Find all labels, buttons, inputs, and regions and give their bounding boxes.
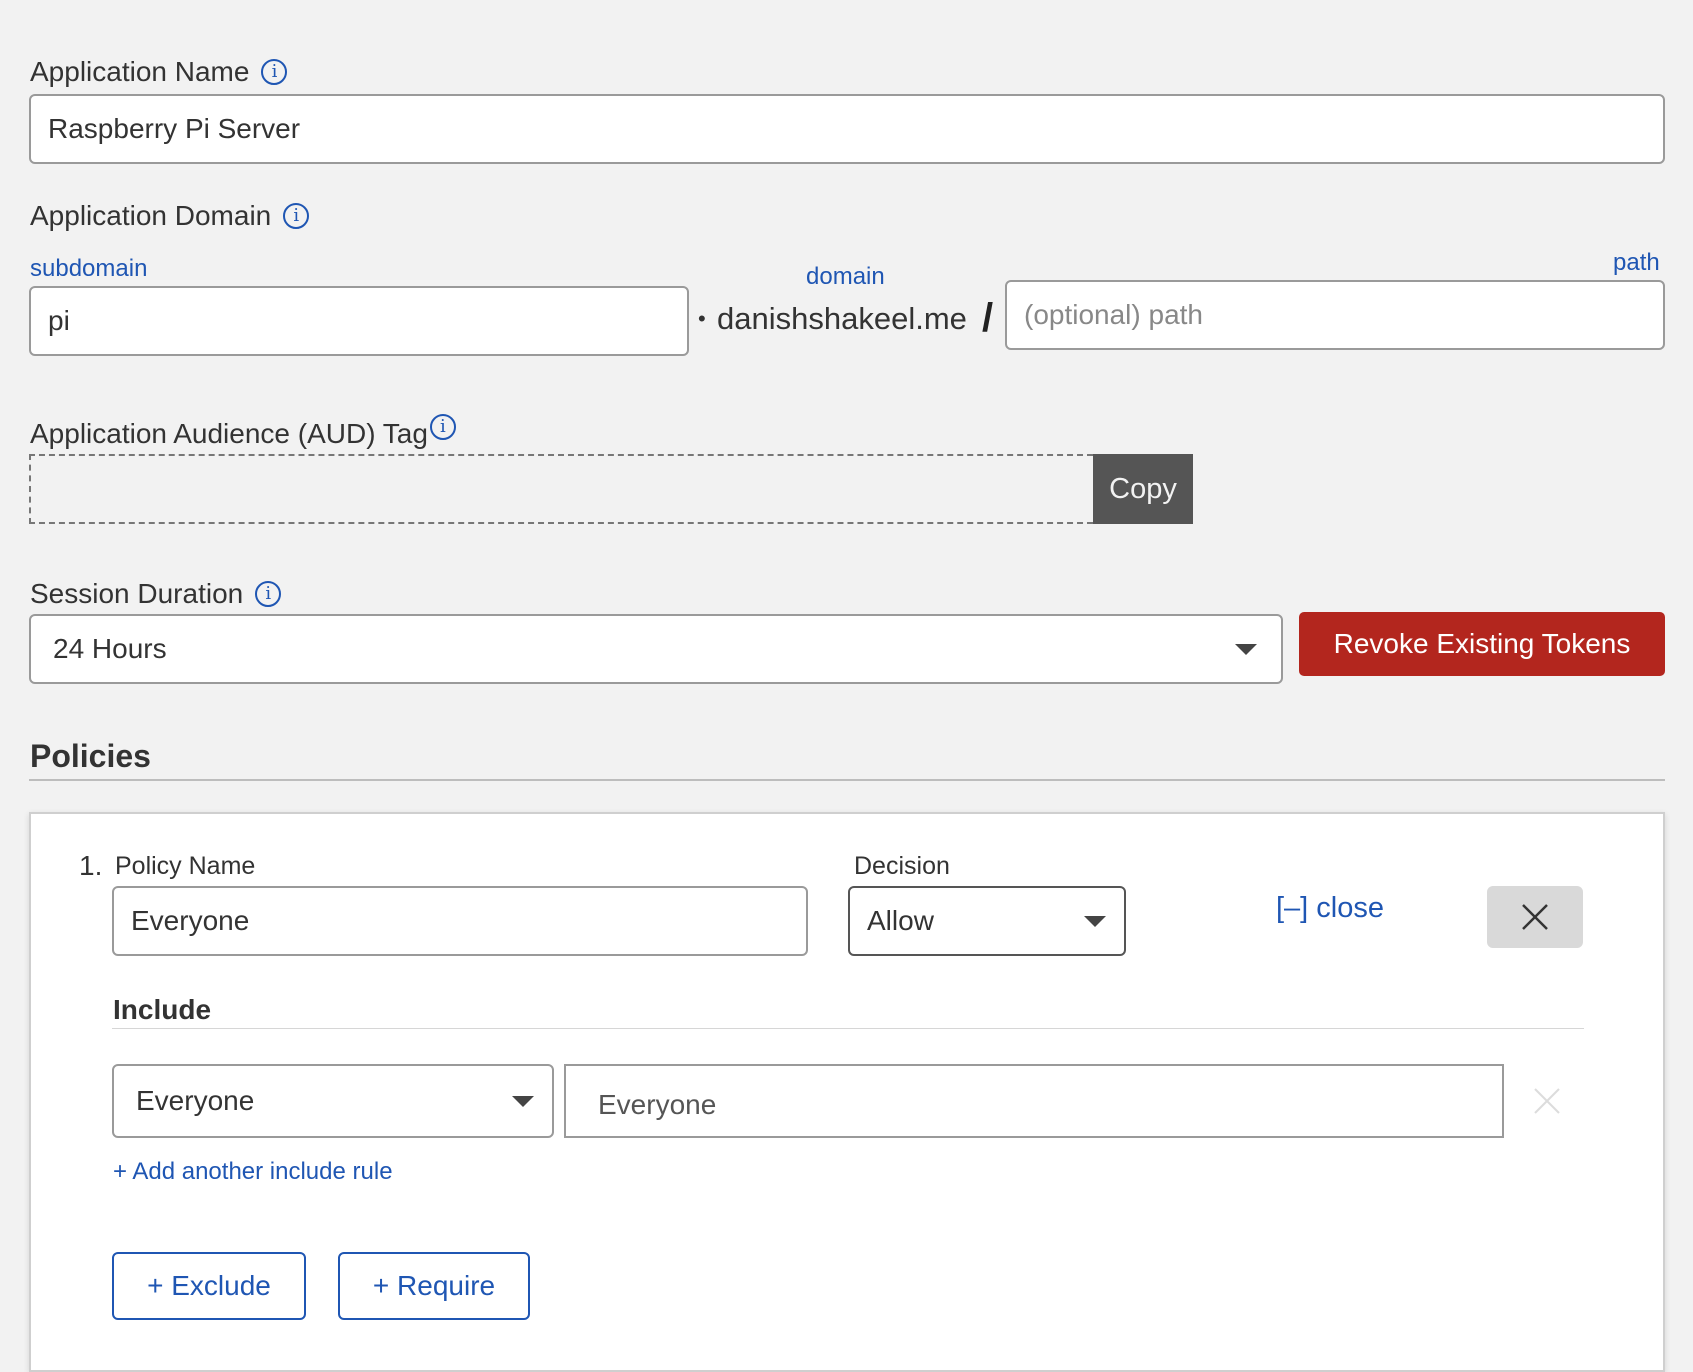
- path-separator-slash: /: [982, 296, 994, 340]
- chevron-down-icon: [1235, 643, 1257, 655]
- domain-label: domain: [806, 263, 885, 290]
- policy-name-label: Policy Name: [115, 852, 256, 880]
- close-policy-link[interactable]: [–] close: [1276, 892, 1384, 925]
- add-require-button[interactable]: + Require: [338, 1252, 530, 1320]
- include-value: Everyone: [598, 1089, 717, 1120]
- subdomain-label: subdomain: [30, 255, 148, 282]
- session-duration-label: Session Duration i: [30, 578, 282, 610]
- info-icon[interactable]: i: [261, 59, 288, 85]
- revoke-tokens-button[interactable]: Revoke Existing Tokens: [1299, 612, 1665, 676]
- chevron-down-icon: [1084, 915, 1106, 927]
- path-input[interactable]: (optional) path: [1005, 280, 1665, 350]
- decision-select[interactable]: Allow: [848, 886, 1126, 956]
- subdomain-input[interactable]: pi: [29, 286, 689, 356]
- add-exclude-button[interactable]: + Exclude: [112, 1252, 306, 1320]
- add-include-rule-link[interactable]: + Add another include rule: [113, 1158, 393, 1186]
- include-selector-value: Everyone: [136, 1085, 255, 1116]
- policy-name-input[interactable]: Everyone: [112, 886, 808, 956]
- application-name-label: Application Name i: [30, 56, 288, 88]
- include-selector-select[interactable]: Everyone: [112, 1064, 554, 1138]
- session-duration-value: 24 Hours: [53, 633, 167, 664]
- application-name-input[interactable]: Raspberry Pi Server: [29, 94, 1665, 164]
- info-icon[interactable]: i: [283, 203, 310, 229]
- decision-label: Decision: [854, 852, 950, 880]
- aud-tag-label: Application Audience (AUD) Tag i: [30, 414, 456, 450]
- application-domain-label: Application Domain i: [30, 200, 310, 232]
- close-icon: [1522, 904, 1548, 930]
- decision-value: Allow: [867, 905, 934, 936]
- application-name-value: Raspberry Pi Server: [48, 113, 301, 144]
- aud-tag-field[interactable]: [29, 454, 1093, 524]
- domain-separator-dot: •: [698, 306, 706, 331]
- delete-policy-button[interactable]: [1487, 886, 1583, 948]
- policy-number: 1.: [79, 850, 103, 881]
- include-heading: Include: [113, 994, 212, 1025]
- subdomain-value: pi: [48, 305, 70, 336]
- path-label: path: [1613, 249, 1660, 276]
- policy-card: 1. Policy Name Everyone Decision Allow […: [29, 812, 1665, 1372]
- include-divider: [112, 1028, 1584, 1029]
- include-value-field[interactable]: Everyone: [564, 1064, 1504, 1138]
- close-icon: [1534, 1088, 1560, 1114]
- session-duration-select[interactable]: 24 Hours: [29, 614, 1283, 684]
- info-icon[interactable]: i: [429, 414, 456, 440]
- domain-value: danishshakeel.me: [717, 301, 967, 336]
- policies-heading: Policies: [30, 738, 151, 774]
- path-placeholder: (optional) path: [1024, 299, 1204, 330]
- policies-divider: [29, 779, 1665, 781]
- policy-name-value: Everyone: [131, 905, 250, 936]
- info-icon[interactable]: i: [255, 581, 282, 607]
- chevron-down-icon: [512, 1095, 534, 1107]
- copy-button[interactable]: Copy: [1093, 454, 1193, 524]
- remove-include-rule-button[interactable]: [1534, 1088, 1560, 1119]
